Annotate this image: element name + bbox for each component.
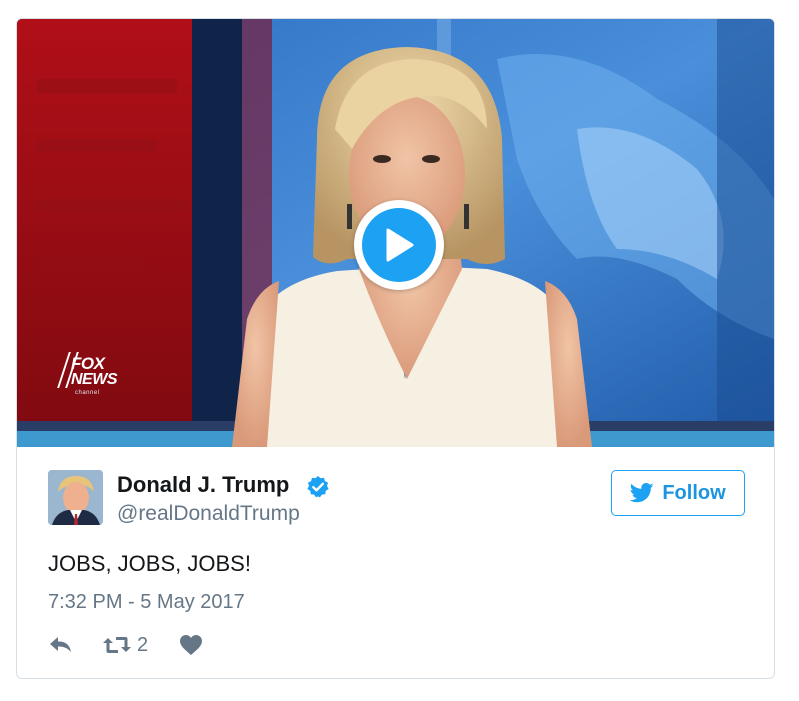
reply-button[interactable]	[48, 635, 102, 655]
reply-icon	[48, 635, 74, 655]
play-icon	[362, 208, 436, 282]
retweet-icon	[102, 634, 132, 656]
author-name[interactable]: Donald J. Trump	[117, 472, 289, 498]
tweet-text: JOBS, JOBS, JOBS!	[48, 551, 251, 576]
follow-button-label: Follow	[662, 481, 726, 504]
heart-icon	[179, 634, 203, 656]
fox-news-logo: FOX NEWS channel	[57, 352, 119, 404]
logo-line-news: NEWS	[71, 371, 118, 388]
tweet-timestamp[interactable]: 7:32 PM - 5 May 2017	[48, 591, 245, 614]
retweet-count: 2	[137, 633, 149, 656]
video-player[interactable]: FOX NEWS channel	[17, 19, 774, 447]
verified-badge-icon	[306, 475, 330, 499]
follow-button[interactable]: Follow	[611, 470, 745, 516]
play-button[interactable]	[354, 200, 444, 290]
tweet-actions: 2	[48, 631, 209, 659]
author-handle[interactable]: @realDonaldTrump	[117, 502, 300, 526]
twitter-bird-icon	[630, 483, 654, 503]
like-button[interactable]	[179, 634, 209, 656]
avatar[interactable]	[48, 470, 103, 525]
logo-line-channel: channel	[75, 390, 100, 396]
tweet-card: FOX NEWS channel Donald J. Trump @realDo…	[16, 18, 775, 679]
retweet-button[interactable]: 2	[102, 634, 179, 657]
